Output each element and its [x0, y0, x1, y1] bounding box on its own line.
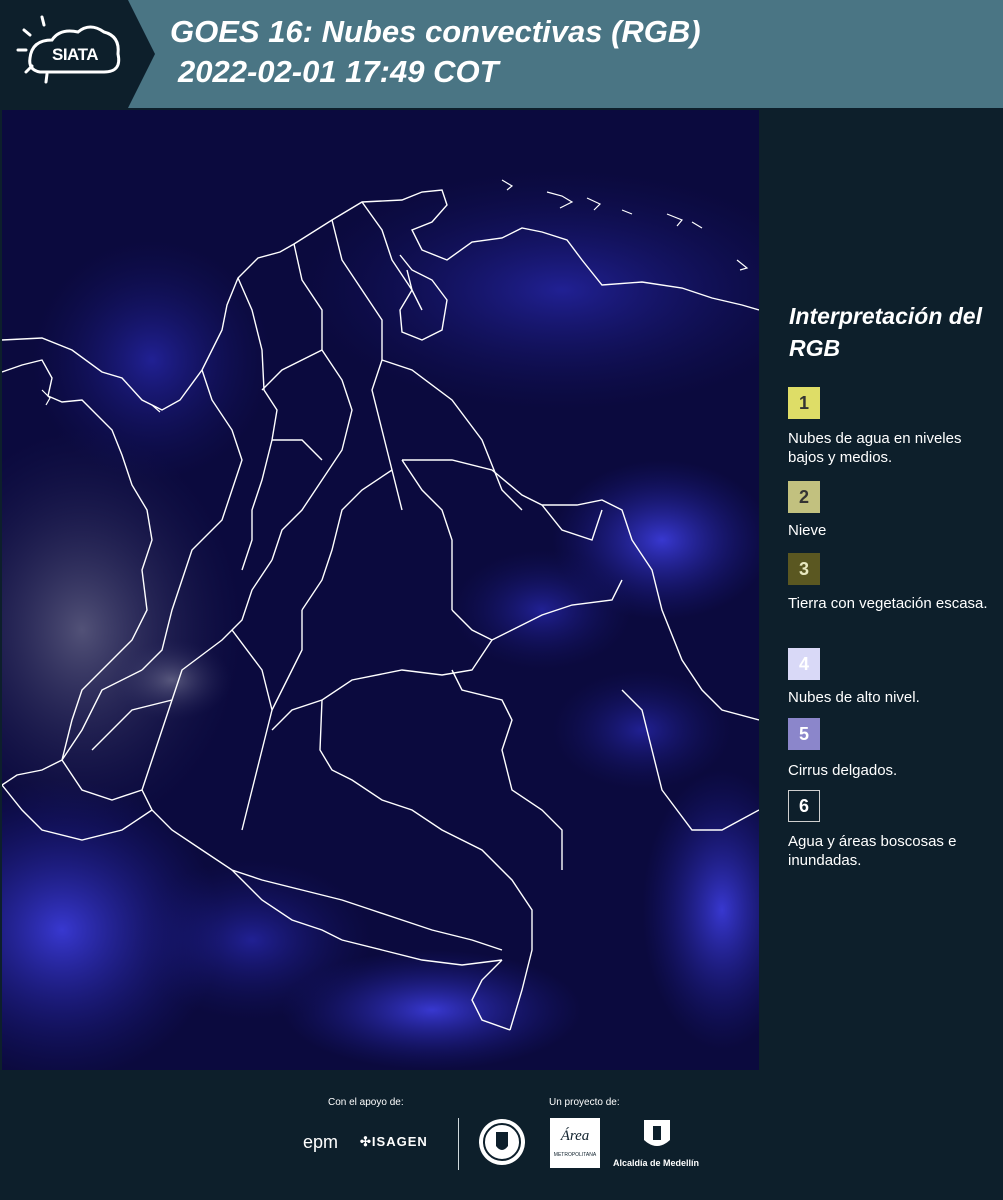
legend-label-4: Nubes de alto nivel. — [788, 689, 920, 706]
footer-divider — [458, 1118, 459, 1170]
legend-number: 5 — [798, 723, 809, 744]
page-timestamp: 2022-02-01 17:49 COT — [178, 54, 499, 89]
legend-label-1: Nubes de agua en niveles bajos y medios. — [788, 430, 962, 466]
legend-swatch-1: 1 — [788, 387, 820, 419]
area-logo-text: Área — [560, 1128, 590, 1144]
legend-label-2: Nieve — [788, 522, 827, 539]
map-canvas — [2, 110, 759, 1070]
epm-logo-text: epm — [303, 1132, 339, 1152]
epm-logo[interactable]: epm — [303, 1132, 338, 1153]
isagen-logo-text: ISAGEN — [371, 1134, 428, 1149]
legend-swatch-6: 6 — [788, 790, 820, 822]
project-label: Un proyecto de: — [549, 1097, 620, 1108]
satellite-map[interactable] — [2, 110, 759, 1070]
legend-number: 3 — [798, 558, 809, 579]
alcaldia-label: Alcaldía de Medellín — [613, 1158, 700, 1168]
legend-label-5: Cirrus delgados. — [788, 762, 898, 779]
isagen-icon: ✣ — [360, 1134, 372, 1149]
legend-swatch-5: 5 — [788, 718, 820, 750]
legend-label-3: Tierra con vegetación escasa. — [788, 595, 988, 612]
header-bar: SIATA GOES 16: Nubes convectivas (RGB) 2… — [0, 0, 1003, 108]
legend-swatch-2: 2 — [788, 481, 820, 513]
medellin-seal-icon[interactable] — [477, 1116, 527, 1168]
siata-logo[interactable]: SIATA — [0, 0, 155, 108]
page-title: GOES 16: Nubes convectivas (RGB) — [170, 14, 701, 49]
support-label: Con el apoyo de: — [328, 1097, 404, 1108]
legend-swatch-3: 3 — [788, 553, 820, 585]
legend-number: 6 — [798, 795, 809, 816]
alcaldia-shield-icon[interactable] — [642, 1118, 672, 1152]
area-logo-caption: METROPOLITANA — [553, 1152, 597, 1158]
legend-label-6: Agua y áreas boscosas e inundadas. — [788, 833, 957, 869]
legend-swatch-4: 4 — [788, 648, 820, 680]
legend-number: 4 — [798, 653, 809, 674]
legend-number: 1 — [798, 392, 809, 413]
isagen-logo[interactable]: ✣ISAGEN — [360, 1134, 428, 1150]
legend-number: 2 — [798, 486, 809, 507]
footer: Con el apoyo de: Un proyecto de: epm ✣IS… — [0, 1072, 1003, 1200]
legend-title: Interpretación del RGB — [789, 303, 982, 361]
logo-text: SIATA — [52, 45, 98, 64]
